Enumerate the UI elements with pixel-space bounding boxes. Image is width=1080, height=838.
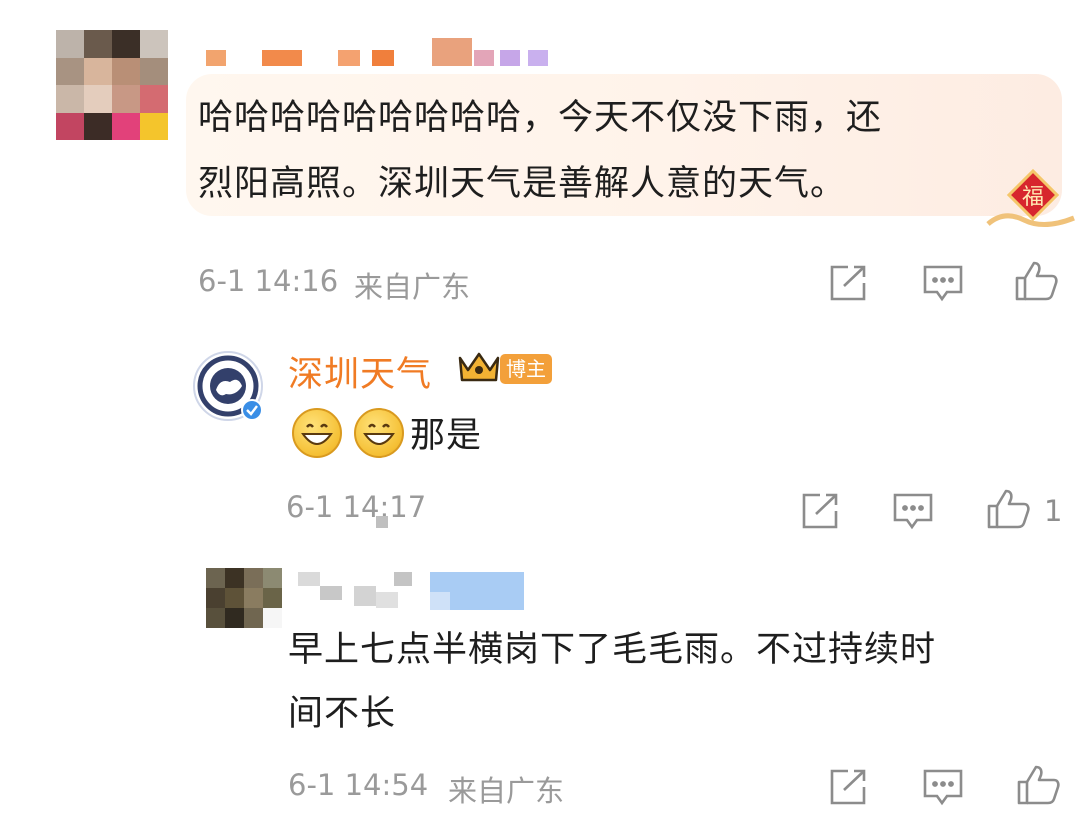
comment-icon[interactable] [892,492,934,532]
reply-text: 那是 [410,416,483,456]
reply-time: 6-1 14:17 [286,490,427,524]
like-count: 1 [1044,494,1063,528]
comment-location: 来自广东 [354,270,471,304]
username-blurred[interactable] [206,38,548,68]
username-blurred[interactable] [298,572,526,612]
like-icon[interactable] [1016,764,1062,806]
reply-username[interactable]: 深圳天气 [288,346,432,397]
reply2-location: 来自广东 [448,774,565,808]
fortune-stamp-icon: 福 [984,164,1080,234]
grin-emoji-icon [354,408,404,458]
comment-time: 6-1 14:16 [198,264,339,298]
reply2-time: 6-1 14:54 [288,768,429,802]
share-icon[interactable] [828,768,868,806]
avatar[interactable] [206,568,282,628]
comment-text-line2: 烈阳高照。深圳天气是善解人意的天气。 [198,164,847,204]
mosaic-mark [376,516,388,528]
reply2-text-line1: 早上七点半横岗下了毛毛雨。不过持续时 [288,630,937,670]
share-icon[interactable] [800,492,840,530]
crown-icon [456,348,502,388]
reply2-text-line2: 间不长 [288,694,397,734]
like-icon[interactable] [1014,260,1060,302]
blogger-badge: 博主 [500,354,552,384]
avatar[interactable] [56,30,168,140]
comment-text-line1: 哈哈哈哈哈哈哈哈哈，今天不仅没下雨，还 [198,98,883,138]
like-icon[interactable] [986,488,1032,530]
grin-emoji-icon [292,408,342,458]
comment-icon[interactable] [922,264,964,304]
comment-icon[interactable] [922,768,964,808]
share-icon[interactable] [828,264,868,302]
svg-text:福: 福 [1022,185,1044,210]
avatar[interactable] [192,350,268,426]
